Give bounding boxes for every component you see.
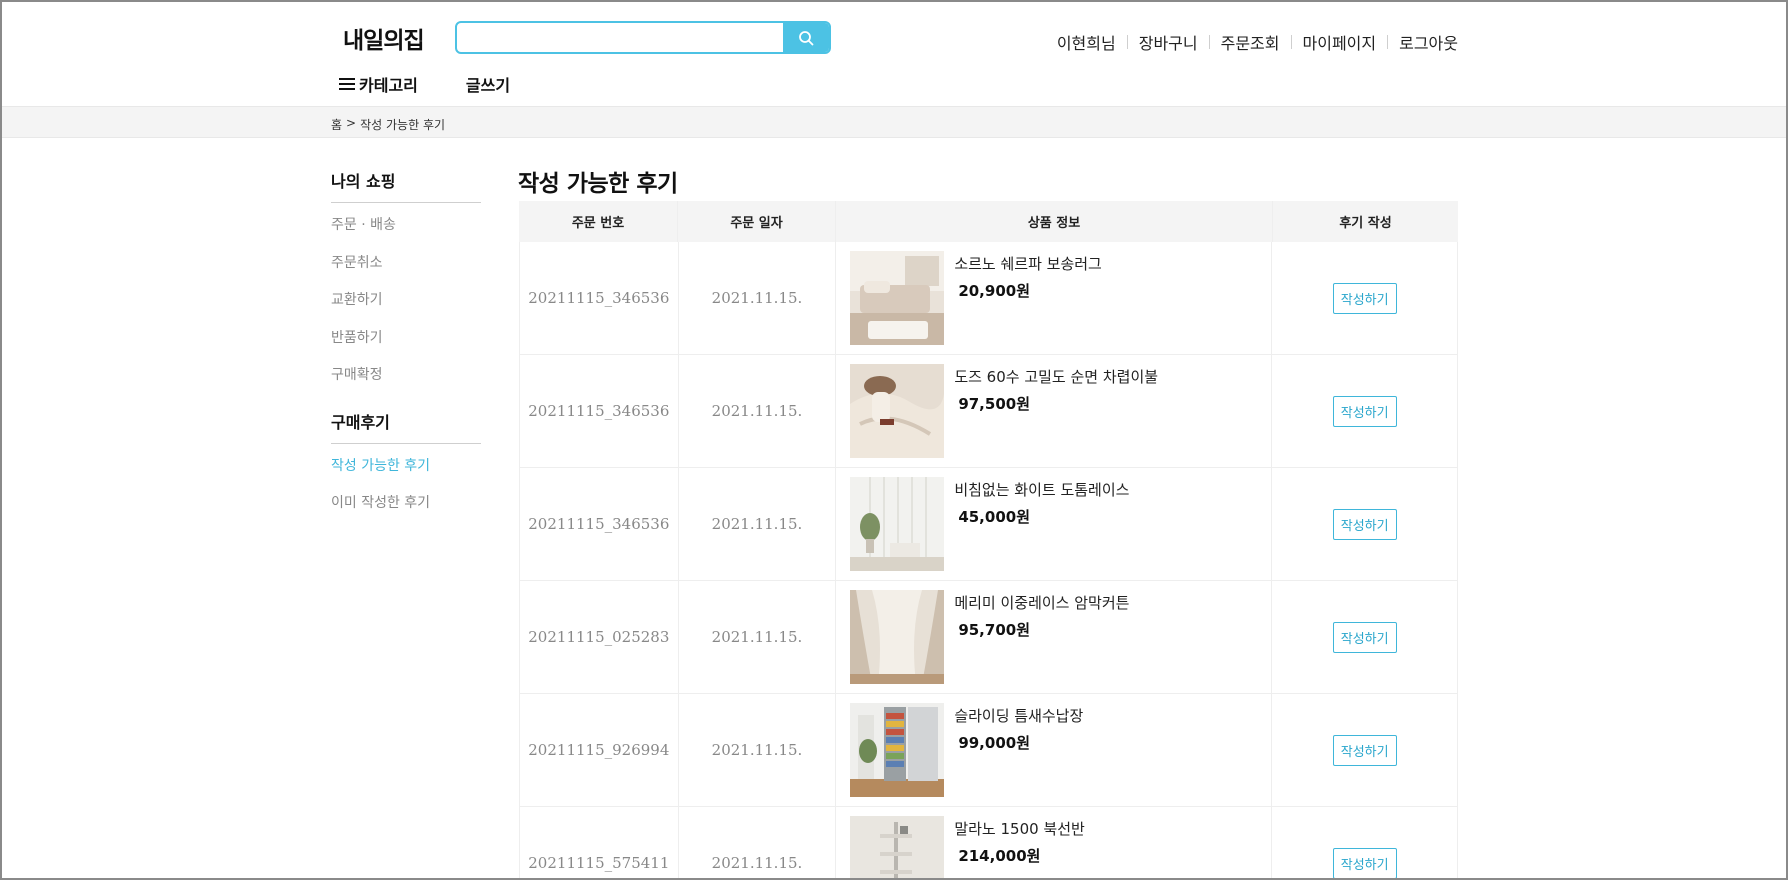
sidebar-item-writable-reviews[interactable]: 작성 가능한 후기 <box>331 456 481 494</box>
order-number: 20211115_346536 <box>520 468 679 580</box>
order-date: 2021.11.15. <box>679 694 837 806</box>
main-nav: 카테고리 글쓰기 <box>339 72 510 96</box>
search-input[interactable] <box>457 23 783 52</box>
product-price: 99,000원 <box>958 734 1030 752</box>
order-number: 20211115_346536 <box>520 242 679 354</box>
product-name[interactable]: 소르노 쉐르파 보송러그 <box>954 253 1102 274</box>
column-header-write-review: 후기 작성 <box>1339 216 1392 231</box>
order-date: 2021.11.15. <box>679 242 837 354</box>
breadcrumb-separator: > <box>346 116 357 130</box>
search-box <box>455 21 831 54</box>
write-review-button[interactable]: 작성하기 <box>1332 282 1397 314</box>
table-row: 20211115_346536 2021.11.15. 비침없는 화이트 도톰레… <box>519 468 1458 581</box>
write-link[interactable]: 글쓰기 <box>466 72 510 96</box>
breadcrumb-home[interactable]: 홈 <box>331 116 342 133</box>
breadcrumb: 홈 > 작성 가능한 후기 <box>331 116 445 133</box>
breadcrumb-current: 작성 가능한 후기 <box>360 118 446 132</box>
product-thumbnail[interactable] <box>850 251 945 345</box>
divider <box>1126 35 1128 49</box>
sidebar-item-return[interactable]: 반품하기 <box>331 328 481 366</box>
category-label: 카테고리 <box>359 76 418 95</box>
hamburger-icon <box>339 78 355 90</box>
product-name[interactable]: 메리미 이중레이스 암막커튼 <box>954 592 1129 613</box>
logout-link[interactable]: 로그아웃 <box>1399 30 1458 54</box>
table-row: 20211115_926994 2021.11.15. 슬라이딩 틈새수납장 9… <box>519 694 1458 807</box>
table-row: 20211115_346536 2021.11.15. 도즈 60수 고밀도 순… <box>519 355 1458 468</box>
order-number: 20211115_346536 <box>520 355 679 467</box>
sidebar-group-title-shopping: 나의 쇼핑 <box>331 168 481 203</box>
product-name[interactable]: 비침없는 화이트 도톰레이스 <box>954 479 1129 500</box>
product-thumbnail[interactable] <box>850 590 945 684</box>
order-lookup-link[interactable]: 주문조회 <box>1221 30 1280 54</box>
column-header-order-no: 주문 번호 <box>519 201 678 242</box>
top-links: 이현희님 장바구니 주문조회 마이페이지 로그아웃 <box>1057 30 1458 54</box>
cart-link[interactable]: 장바구니 <box>1139 30 1198 54</box>
order-number: 20211115_025283 <box>520 581 679 693</box>
column-header-order-date: 주문 일자 <box>678 201 836 242</box>
search-icon <box>799 30 814 45</box>
table-row: 20211115_025283 2021.11.15. 메리미 이중레이스 암막… <box>519 581 1458 694</box>
product-thumbnail[interactable] <box>850 703 945 797</box>
order-date: 2021.11.15. <box>679 468 837 580</box>
review-table: 주문 번호 주문 일자 상품 정보 후기 작성 20211115_346536 … <box>519 201 1458 880</box>
user-name-link[interactable]: 이현희님 <box>1057 30 1116 54</box>
mypage-link[interactable]: 마이페이지 <box>1303 30 1377 54</box>
breadcrumb-bar: 홈 > 작성 가능한 후기 <box>2 106 1786 138</box>
product-thumbnail[interactable] <box>850 816 945 880</box>
sidebar-group-title-reviews: 구매후기 <box>331 409 481 444</box>
order-date: 2021.11.15. <box>679 355 837 467</box>
order-date: 2021.11.15. <box>679 581 837 693</box>
write-review-button[interactable]: 작성하기 <box>1332 508 1397 540</box>
product-price: 20,900원 <box>958 282 1030 300</box>
product-thumbnail[interactable] <box>850 364 945 458</box>
write-review-button[interactable]: 작성하기 <box>1332 395 1397 427</box>
sidebar-item-exchange[interactable]: 교환하기 <box>331 290 481 328</box>
order-date: 2021.11.15. <box>679 807 837 880</box>
sidebar-item-purchase-confirm[interactable]: 구매확정 <box>331 365 481 403</box>
product-thumbnail[interactable] <box>850 477 945 571</box>
divider <box>1290 35 1292 49</box>
order-number: 20211115_926994 <box>520 694 679 806</box>
product-price: 214,000원 <box>958 847 1041 865</box>
write-review-button[interactable]: 작성하기 <box>1332 621 1397 653</box>
product-name[interactable]: 도즈 60수 고밀도 순면 차렵이불 <box>954 366 1158 387</box>
product-price: 97,500원 <box>958 395 1030 413</box>
product-name[interactable]: 슬라이딩 틈새수납장 <box>954 705 1083 726</box>
table-row: 20211115_346536 2021.11.15. 소르노 쉐르파 보송러그… <box>519 242 1458 355</box>
write-review-button[interactable]: 작성하기 <box>1332 734 1397 766</box>
search-button[interactable] <box>783 23 829 52</box>
table-header: 주문 번호 주문 일자 상품 정보 후기 작성 <box>519 201 1458 242</box>
sidebar-item-order-cancel[interactable]: 주문취소 <box>331 253 481 291</box>
product-name[interactable]: 말라노 1500 북선반 <box>954 818 1085 839</box>
divider <box>1208 35 1210 49</box>
site-logo[interactable]: 내일의집 <box>343 21 425 55</box>
column-header-product-info: 상품 정보 <box>836 201 1273 242</box>
page-title: 작성 가능한 후기 <box>518 171 678 197</box>
sidebar-item-order-delivery[interactable]: 주문 · 배송 <box>331 215 481 253</box>
order-number: 20211115_575411 <box>520 807 679 880</box>
category-menu-button[interactable]: 카테고리 <box>339 72 418 96</box>
product-price: 95,700원 <box>958 621 1030 639</box>
divider <box>1387 35 1389 49</box>
sidebar: 나의 쇼핑 주문 · 배송 주문취소 교환하기 반품하기 구매확정 구매후기 작… <box>331 168 481 531</box>
write-review-button[interactable]: 작성하기 <box>1332 847 1397 879</box>
product-price: 45,000원 <box>958 508 1030 526</box>
sidebar-item-written-reviews[interactable]: 이미 작성한 후기 <box>331 493 481 531</box>
table-row: 20211115_575411 2021.11.15. 말라노 1500 북선반… <box>519 807 1458 880</box>
